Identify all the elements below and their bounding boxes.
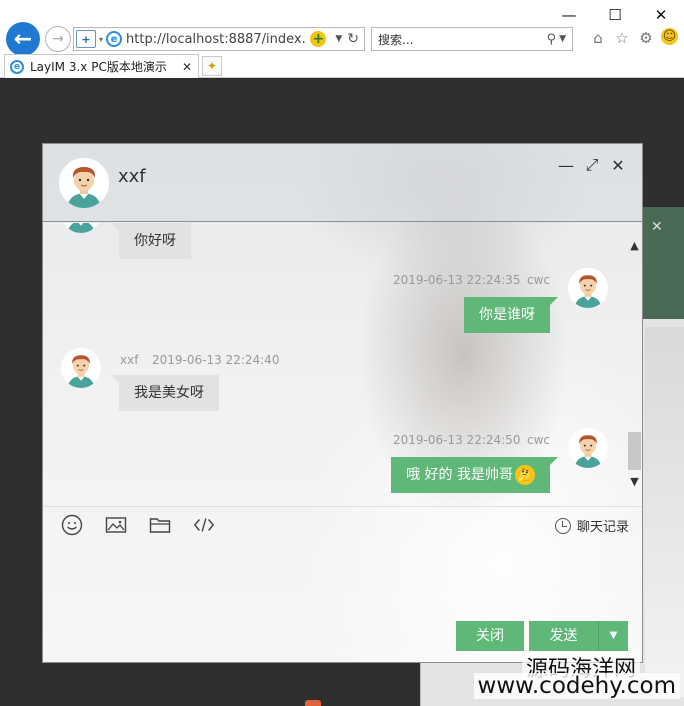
- search-icon[interactable]: ⚲: [547, 32, 557, 47]
- close-icon[interactable]: ✕: [610, 156, 626, 175]
- chat-window-controls: — ⤢ ✕: [558, 155, 626, 175]
- message-sender: cwc: [527, 433, 551, 447]
- send-options-button[interactable]: ▼: [598, 621, 628, 651]
- message-list[interactable]: 你好呀 2019-06-13 22:24:35 cwc 你是谁呀 xxf 201…: [43, 223, 627, 505]
- chat-window: xxf — ⤢ ✕ 你好呀 2019-06-13 22:24:35 cwc 你是…: [42, 143, 643, 663]
- watermark-line2: www.codehy.com: [473, 673, 680, 699]
- chevron-down-icon[interactable]: ▼: [610, 630, 618, 641]
- search-box[interactable]: 搜索... ⚲ ▼: [371, 27, 573, 51]
- clock-icon: [554, 517, 571, 534]
- message-time: 2019-06-13 22:24:40: [152, 353, 280, 367]
- message-time: 2019-06-13 22:24:35: [393, 273, 521, 287]
- home-icon[interactable]: ⌂: [589, 28, 607, 48]
- chat-header[interactable]: xxf — ⤢ ✕: [43, 144, 642, 222]
- avatar: [568, 428, 608, 468]
- maximize-icon[interactable]: ⤢: [584, 155, 600, 174]
- chevron-up-icon[interactable]: ▲: [627, 239, 642, 253]
- list-item: 2019-06-13 22:24:35 cwc 你是谁呀: [43, 268, 627, 338]
- message-scrollbar[interactable]: ▲ ▼: [627, 239, 642, 489]
- message-time: 2019-06-13 22:24:50: [393, 433, 521, 447]
- avatar: [61, 223, 101, 233]
- smiley-icon[interactable]: ☺: [661, 28, 678, 45]
- ie-icon: e: [106, 31, 123, 47]
- compatibility-icon[interactable]: +: [310, 31, 327, 47]
- message-text: 哦 好的 我是帅哥: [406, 467, 513, 483]
- avatar: [61, 348, 101, 388]
- chat-history-link[interactable]: 聊天记录: [554, 516, 629, 535]
- shield-icon[interactable]: +: [76, 30, 96, 48]
- gear-icon[interactable]: ⚙: [637, 28, 655, 48]
- send-button[interactable]: 发送: [529, 621, 598, 651]
- tab-title: LayIM 3.x PC版本地演示: [30, 60, 167, 74]
- thinking-emoji-icon: 🤔: [515, 465, 535, 485]
- chat-history-label: 聊天记录: [576, 520, 629, 535]
- close-button[interactable]: 关闭: [456, 621, 524, 651]
- chevron-down-icon[interactable]: ▾: [99, 35, 103, 44]
- folder-icon[interactable]: [149, 514, 171, 536]
- list-item: 你好呀: [43, 223, 627, 263]
- chevron-down-icon[interactable]: ▼: [627, 475, 642, 489]
- background-window-header: [643, 207, 684, 319]
- image-icon[interactable]: [105, 514, 127, 536]
- minimize-icon[interactable]: —: [546, 0, 592, 30]
- decorative-edge: [305, 700, 321, 706]
- message-sender: cwc: [527, 273, 551, 287]
- minimize-icon[interactable]: —: [558, 156, 574, 175]
- star-icon[interactable]: ☆: [613, 28, 631, 48]
- message-sender: xxf: [120, 353, 139, 367]
- avatar: [59, 158, 109, 208]
- search-input[interactable]: 搜索...: [378, 31, 547, 48]
- list-item: 2019-06-13 22:24:50 cwc 哦 好的 我是帅哥 🤔: [43, 428, 627, 503]
- tab-close-icon[interactable]: ✕: [182, 60, 192, 74]
- window-controls: — ☐ ✕: [546, 0, 684, 30]
- list-item: xxf 2019-06-13 22:24:40 我是美女呀: [43, 348, 627, 418]
- chevron-down-icon[interactable]: ▼: [335, 34, 342, 44]
- emoji-icon[interactable]: [61, 514, 83, 536]
- message-bubble: 你好呀: [111, 223, 191, 259]
- browser-tools: ⌂ ☆ ⚙ ☺: [589, 28, 678, 48]
- maximize-icon[interactable]: ☐: [592, 0, 638, 30]
- back-button[interactable]: ←: [6, 22, 40, 56]
- browser-chrome: — ☐ ✕ ← → + ▾ e http://localhost:8887/in…: [0, 0, 684, 78]
- message-bubble: 我是美女呀: [111, 375, 219, 411]
- message-bubble: 哦 好的 我是帅哥 🤔: [391, 457, 558, 493]
- message-bubble: 你是谁呀: [464, 297, 558, 333]
- forward-button[interactable]: →: [45, 26, 71, 52]
- background-window-image: [645, 327, 684, 697]
- close-icon[interactable]: ✕: [651, 219, 663, 235]
- chevron-down-icon[interactable]: ▼: [559, 34, 566, 44]
- chat-title: xxf: [118, 166, 146, 187]
- chat-toolbar: 聊天记录: [43, 506, 642, 542]
- code-icon[interactable]: [193, 514, 215, 536]
- tab-layim[interactable]: e LayIM 3.x PC版本地演示 ✕: [4, 54, 199, 78]
- close-icon[interactable]: ✕: [638, 0, 684, 30]
- new-tab-button[interactable]: ✦: [202, 56, 222, 76]
- url-text[interactable]: http://localhost:8887/index.ht: [126, 32, 306, 47]
- refresh-icon[interactable]: ↻: [347, 31, 359, 47]
- ie-icon: e: [10, 59, 24, 74]
- address-bar[interactable]: + ▾ e http://localhost:8887/index.ht + ▼…: [73, 27, 365, 51]
- avatar: [568, 268, 608, 308]
- scrollbar-thumb[interactable]: [628, 432, 641, 470]
